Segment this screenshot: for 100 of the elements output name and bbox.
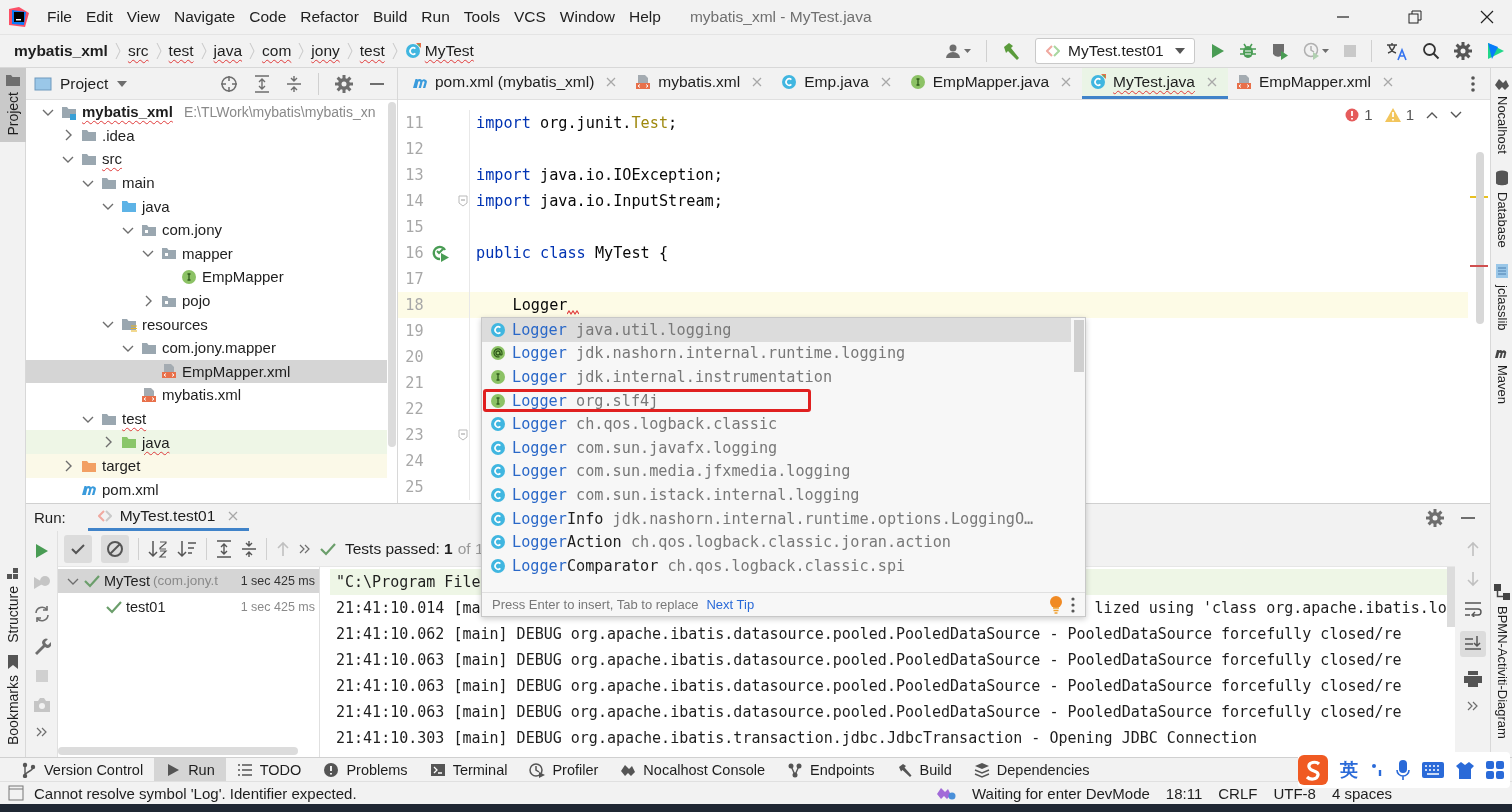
tool-window-button[interactable]: Profiler [518, 757, 610, 782]
scrollbar[interactable] [1447, 567, 1455, 627]
tree-item[interactable]: pom.xml [26, 477, 387, 502]
next-tip-link[interactable]: Next Tip [706, 597, 755, 612]
editor-tab[interactable]: MyTest.java [1082, 68, 1228, 99]
tool-window-button[interactable]: Terminal [418, 757, 519, 782]
error-count[interactable]: 1 [1345, 106, 1373, 123]
tree-item[interactable]: mybatis.xml [26, 383, 387, 407]
editor-tab[interactable]: mybatis.xml [627, 68, 774, 99]
tool-window-button[interactable]: Nocalhost Console [609, 757, 777, 782]
scrollbar[interactable] [1476, 152, 1484, 324]
run-icon[interactable] [33, 543, 50, 559]
toolbox-icon[interactable] [1486, 761, 1504, 779]
user-icon[interactable] [946, 43, 972, 59]
menu-item[interactable]: VCS [506, 8, 553, 26]
more-icon[interactable] [1071, 596, 1075, 613]
tool-window-tab[interactable]: Bookmarks [0, 648, 26, 751]
sort-by-duration-icon[interactable] [177, 539, 197, 558]
status-item[interactable]: Waiting for enter DevMode [972, 784, 1150, 802]
soft-wrap-icon[interactable] [1463, 601, 1482, 617]
menu-item[interactable]: Code [242, 8, 294, 26]
breadcrumb[interactable]: jony [311, 42, 340, 60]
tool-window-tab[interactable]: jclasslib [1491, 255, 1512, 339]
skin-icon[interactable] [1456, 761, 1474, 779]
menu-item[interactable]: View [119, 8, 168, 26]
run-icon[interactable] [1209, 43, 1225, 59]
toggle-auto-test-icon[interactable] [32, 605, 51, 623]
breadcrumb[interactable]: mybatis_xml [14, 42, 108, 60]
tool-window-button[interactable]: Build [885, 757, 963, 782]
tree-item[interactable]: java [26, 194, 387, 218]
completion-item[interactable]: Logger ch.qos.logback.classic [482, 412, 1071, 436]
tree-item[interactable]: main [26, 170, 387, 195]
tool-window-tab[interactable]: Structure [0, 562, 26, 649]
menu-item[interactable]: Run [414, 8, 457, 26]
tree-item[interactable]: EmpMapper.xml [26, 359, 387, 384]
completion-item[interactable]: LoggerInfo jdk.nashorn.internal.runtime.options.LoggingO… [482, 506, 1071, 531]
warning-count[interactable]: 1 [1384, 106, 1414, 123]
tree-item[interactable]: java [26, 430, 387, 454]
tree-item[interactable]: mapper [26, 241, 387, 266]
breadcrumb[interactable]: java [213, 42, 242, 60]
completion-item[interactable]: Logger jdk.nashorn.internal.runtime.logging [482, 341, 1071, 366]
completion-item[interactable]: LoggerComparator ch.qos.logback.classic.spi [482, 553, 1071, 578]
menu-item[interactable]: Navigate [167, 8, 243, 26]
fold-marker-icon[interactable] [458, 429, 469, 441]
editor-tab[interactable]: pom.xml (mybatis_xml) [404, 68, 628, 99]
tree-item[interactable]: src [26, 147, 387, 171]
completion-item[interactable]: Logger com.sun.javafx.logging [482, 435, 1071, 460]
tree-item[interactable]: test [26, 406, 387, 431]
panel-toggle-icon[interactable] [8, 785, 24, 801]
tool-window-tab[interactable]: Project [0, 68, 26, 142]
tree-item[interactable]: pojo [26, 288, 387, 313]
status-item[interactable]: 4 spaces [1331, 784, 1392, 802]
menu-item[interactable]: Help [622, 8, 668, 26]
project-view-dropdown[interactable]: Project [34, 74, 129, 93]
menu-item[interactable]: Build [365, 8, 415, 26]
print-icon[interactable] [1463, 671, 1482, 687]
status-item[interactable]: UTF-8 [1273, 784, 1316, 802]
menu-item[interactable]: Refactor [293, 8, 366, 26]
tool-window-button[interactable]: TODO [225, 757, 313, 782]
breadcrumb[interactable]: com [262, 42, 292, 60]
menu-item[interactable]: Window [552, 8, 622, 26]
sort-alphabetically-icon[interactable] [148, 539, 168, 558]
debug-icon[interactable] [1239, 42, 1257, 60]
completion-item[interactable]: Logger com.sun.istack.internal.logging [482, 483, 1071, 507]
translate-icon[interactable] [1386, 41, 1408, 61]
tool-window-tab[interactable]: Database [1491, 161, 1512, 256]
show-ignored-icon[interactable] [101, 534, 129, 563]
tool-window-button[interactable]: Problems [312, 757, 419, 782]
lightbulb-icon[interactable] [1049, 595, 1063, 614]
scrollbar[interactable] [58, 747, 298, 755]
code-with-me-icon[interactable] [1486, 41, 1506, 61]
run-test-icon[interactable] [431, 244, 450, 262]
tool-window-button[interactable]: Endpoints [776, 757, 886, 782]
tree-item[interactable]: com.jony.mapper [26, 335, 387, 360]
scroll-to-end-icon[interactable] [1459, 631, 1486, 657]
profiler-icon[interactable] [1303, 42, 1329, 60]
completion-item[interactable]: LoggerAction ch.qos.logback.classic.joran.action [482, 530, 1071, 554]
language-toggle[interactable]: 英 [1340, 758, 1358, 782]
hammer-icon[interactable] [1001, 41, 1021, 61]
run-tab[interactable]: MyTest.test01 [87, 504, 250, 531]
tree-item[interactable]: target [26, 453, 387, 478]
search-icon[interactable] [1422, 42, 1440, 60]
menu-item[interactable]: Tools [456, 8, 507, 26]
breadcrumb[interactable]: MyTest [404, 42, 474, 60]
tool-window-button[interactable]: Dependencies [962, 757, 1101, 782]
tool-window-button[interactable]: Version Control [10, 757, 155, 782]
more-tools-icon[interactable] [299, 543, 311, 554]
collapse-all-icon[interactable] [286, 74, 302, 93]
more-tools-icon[interactable] [1466, 701, 1479, 711]
status-item[interactable]: 18:11 [1165, 784, 1203, 802]
next-icon[interactable] [1450, 109, 1462, 120]
expand-all-icon[interactable] [254, 74, 270, 93]
more-icon[interactable] [1470, 75, 1476, 93]
fold-marker-icon[interactable] [458, 195, 469, 207]
settings-icon[interactable] [1426, 508, 1444, 527]
scrollbar[interactable] [1074, 320, 1084, 372]
tree-item[interactable]: com.jony [26, 217, 387, 242]
coverage-icon[interactable] [1271, 42, 1289, 60]
tool-window-tab[interactable]: BPMN-Activiti-Diagram [1491, 576, 1512, 747]
show-passed-icon[interactable] [64, 534, 92, 563]
